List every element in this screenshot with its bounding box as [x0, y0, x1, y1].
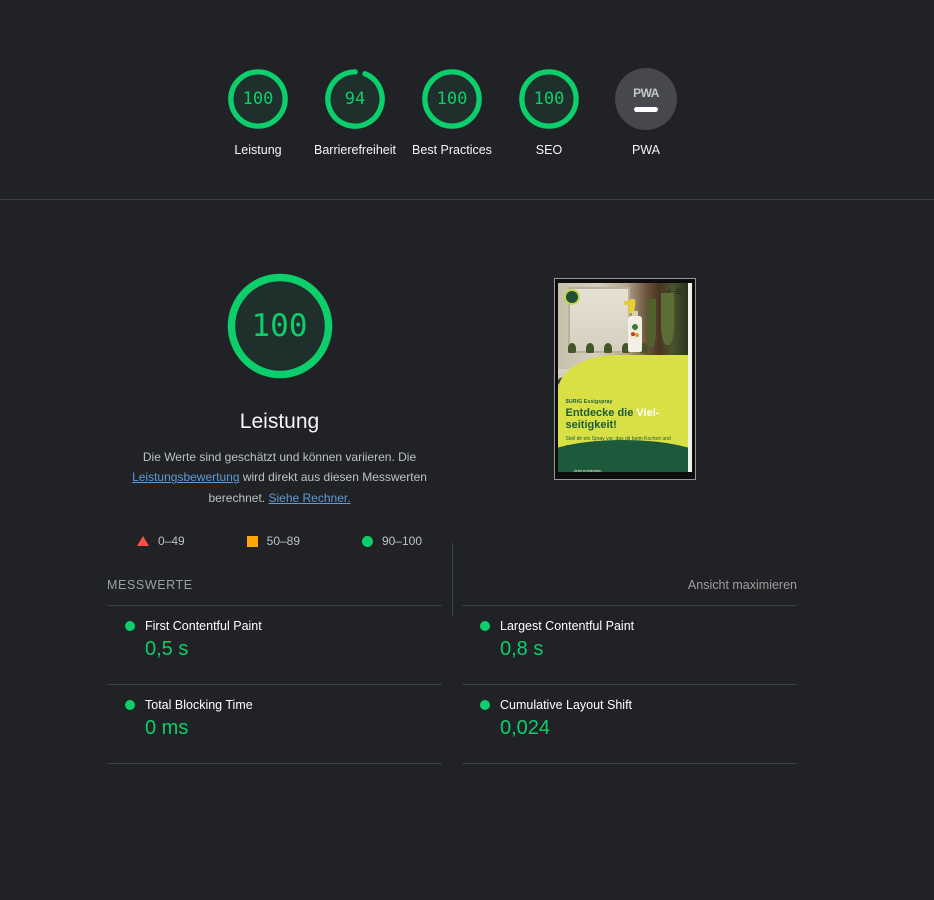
pwa-logo-icon: PWA	[633, 86, 659, 100]
score-legend: 0–49 50–89 90–100	[107, 534, 452, 548]
mini-towels	[660, 293, 674, 345]
legend-item-fail: 0–49	[137, 534, 185, 548]
metric-label: Total Blocking Time	[145, 698, 253, 713]
mini-headline-text: Entdecke die	[565, 407, 637, 419]
metric-value: 0,8 s	[500, 638, 544, 661]
mini-spray-bottle	[623, 299, 644, 353]
score-item-best-practices[interactable]: 100 Best Practices	[404, 68, 501, 159]
mini-cta-button: Jetzt entdecken	[565, 464, 610, 472]
score-value: 100	[251, 308, 308, 344]
performance-summary: 100 Leistung Die Werte sind geschätzt un…	[0, 200, 934, 616]
score-label: Leistung	[234, 143, 282, 157]
score-item-seo[interactable]: 100 SEO	[501, 68, 598, 159]
mini-menu-icon: ☰	[675, 289, 682, 296]
seo-gauge[interactable]: 100	[518, 68, 580, 130]
mini-headline: Entdecke die Viel-seitigkeit!	[565, 407, 680, 431]
mini-scrollbar	[687, 283, 692, 472]
mini-search-icon: ⌕	[667, 288, 672, 295]
pwa-dash-icon	[634, 107, 658, 112]
pass-circle-icon	[361, 535, 373, 547]
score-item-pwa[interactable]: PWA PWA	[598, 68, 695, 159]
score-label: Best Practices	[412, 143, 492, 157]
mini-lime-section: SURIG Essigspray Entdecke die Viel-seiti…	[557, 355, 692, 472]
score-value: 100	[533, 89, 565, 109]
metrics-grid: First Contentful Paint 0,5 s Largest Con…	[107, 605, 797, 765]
metric-label: Cumulative Layout Shift	[500, 698, 633, 713]
metric-label: Largest Contentful Paint	[500, 619, 635, 634]
description-text: Die Werte sind geschätzt und können vari…	[142, 450, 417, 464]
vertical-divider	[452, 543, 453, 616]
score-label: PWA	[631, 143, 660, 157]
best-practices-gauge[interactable]: 100	[421, 68, 483, 130]
final-screenshot-thumbnail: ⌕ ☰ SURIG Essigspray Entdecke die Viel-s…	[553, 278, 696, 480]
leistungsbewertung-link[interactable]: Leistungsbewertung	[132, 470, 239, 484]
fail-triangle-icon	[137, 536, 149, 547]
performance-main-gauge: 100	[224, 270, 336, 382]
category-description: Die Werte sind geschätzt und können vari…	[119, 447, 441, 508]
mini-body-text: Stell dir ein Spray vor, das dir beim Ko…	[565, 436, 671, 458]
mini-eyebrow: SURIG Essigspray	[565, 399, 613, 405]
pass-dot-icon	[125, 621, 135, 632]
accessibility-gauge[interactable]: 94	[324, 68, 386, 130]
mini-headline-highlight: Viel-	[636, 407, 660, 419]
metric-value: 0,024	[500, 717, 551, 740]
mini-webpage: ⌕ ☰ SURIG Essigspray Entdecke die Viel-s…	[557, 283, 692, 472]
metric-cumulative-layout-shift: Cumulative Layout Shift 0,024	[462, 685, 797, 765]
pass-dot-icon	[480, 700, 490, 711]
legend-item-pass: 90–100	[361, 534, 422, 549]
performance-gauge[interactable]: 100	[227, 68, 289, 130]
expand-view-toggle[interactable]: Ansicht maximieren	[688, 578, 797, 592]
mini-headline-text: seitigkeit!	[565, 418, 617, 431]
score-label: SEO	[535, 143, 563, 157]
mini-header-icons: ⌕ ☰	[667, 288, 681, 296]
legend-range: 90–100	[381, 534, 422, 549]
legend-range: 50–89	[266, 534, 301, 549]
legend-item-average: 50–89	[246, 534, 301, 549]
metric-largest-contentful-paint: Largest Contentful Paint 0,8 s	[462, 606, 797, 686]
pass-dot-icon	[125, 700, 135, 711]
legend-range: 0–49	[158, 534, 185, 549]
metric-value: 0 ms	[145, 717, 189, 740]
score-value: 100	[242, 89, 274, 109]
pass-dot-icon	[480, 621, 490, 632]
lighthouse-report: 100 Leistung 94 Barrierefreiheit 100 Bes…	[0, 0, 934, 900]
score-item-barrierefreiheit[interactable]: 94 Barrierefreiheit	[307, 68, 404, 159]
summary-right-column: ⌕ ☰ SURIG Essigspray Entdecke die Viel-s…	[452, 270, 797, 548]
score-label: Barrierefreiheit	[314, 143, 396, 157]
summary-left-column: 100 Leistung Die Werte sind geschätzt un…	[107, 270, 452, 548]
metric-value: 0,5 s	[145, 638, 189, 661]
scores-row: 100 Leistung 94 Barrierefreiheit 100 Bes…	[107, 68, 797, 159]
siehe-rechner-link[interactable]: Siehe Rechner.	[268, 491, 350, 505]
score-value: 94	[344, 89, 366, 109]
scores-strip: 100 Leistung 94 Barrierefreiheit 100 Bes…	[0, 0, 934, 200]
metric-total-blocking-time: Total Blocking Time 0 ms	[107, 685, 442, 765]
metric-label: First Contentful Paint	[145, 619, 262, 634]
category-title: Leistung	[239, 410, 320, 433]
surig-logo-icon	[563, 289, 580, 305]
score-value: 100	[436, 89, 468, 109]
pwa-badge-icon[interactable]: PWA	[615, 68, 677, 130]
score-item-leistung[interactable]: 100 Leistung	[210, 68, 307, 159]
metric-first-contentful-paint: First Contentful Paint 0,5 s	[107, 606, 442, 686]
average-square-icon	[246, 535, 258, 547]
metrics-section-title: MESSWERTE	[107, 578, 193, 593]
